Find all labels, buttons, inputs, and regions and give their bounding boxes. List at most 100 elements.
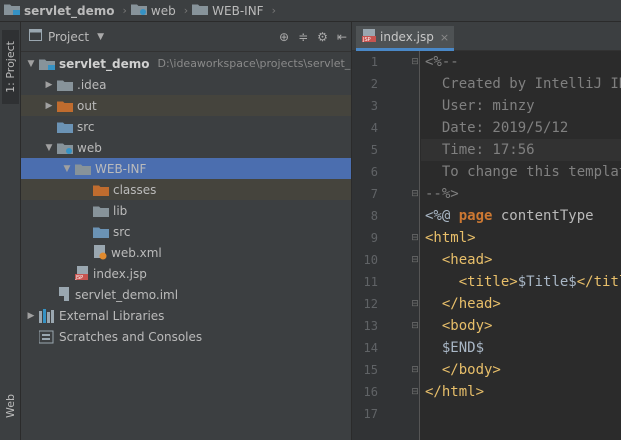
tree-node-label: web — [77, 140, 102, 155]
chevron-down-icon[interactable]: ▼ — [61, 164, 73, 174]
line-number: 15 — [363, 363, 378, 377]
web-tool-tab-label: Web — [4, 394, 17, 418]
code-token: </title> — [576, 274, 621, 290]
globe-icon[interactable]: ⊕ — [279, 30, 289, 44]
source-folder-icon — [57, 121, 73, 133]
code-line[interactable]: <%@ page contentType — [421, 205, 621, 227]
module-path: D:\ideaworkspace\projects\servlet_ — [157, 57, 351, 70]
code-line[interactable]: Time: 17:56 — [421, 139, 621, 161]
gear-icon[interactable]: ⚙ — [317, 30, 328, 44]
breadcrumb-item[interactable]: servlet_demo — [4, 3, 115, 18]
fold-marker-icon[interactable]: ⊟ — [410, 255, 420, 265]
code-token: Time: 17:56 — [425, 142, 535, 158]
web-folder-icon — [57, 142, 73, 154]
tree-node-external-libraries[interactable]: ▶ External Libraries — [21, 305, 351, 326]
editor-area: JSP index.jsp × 1 ⊟ 2 3 4 5 6 7 ⊟ 8 9 ⊟ 10 ⊟ 11 12 ⊟ 13 ⊟ 1… — [352, 22, 621, 440]
source-folder-icon — [93, 226, 109, 238]
svg-text:JSP: JSP — [75, 275, 83, 281]
tree-node-src[interactable]: src — [21, 221, 351, 242]
tree-node-src[interactable]: src — [21, 116, 351, 137]
folder-icon — [192, 3, 209, 18]
jsp-file-icon: JSP — [362, 28, 376, 46]
code-token: $END$ — [425, 340, 485, 356]
folder-icon — [57, 79, 73, 91]
tree-node-web-inf[interactable]: ▼ WEB-INF — [21, 158, 351, 179]
code-line[interactable]: --%> — [421, 183, 621, 205]
libraries-icon — [39, 308, 55, 323]
code-line[interactable]: Created by IntelliJ IDEA. — [421, 73, 621, 95]
tree-node-out[interactable]: ▶ out — [21, 95, 351, 116]
chevron-down-icon[interactable]: ▼ — [25, 59, 37, 69]
project-tool-tab[interactable]: 1: Project — [2, 30, 19, 104]
collapse-icon[interactable]: ≑ — [298, 30, 308, 44]
tree-node-web-xml[interactable]: web.xml — [21, 242, 351, 263]
line-number: 6 — [370, 165, 378, 179]
tree-node-classes[interactable]: classes — [21, 179, 351, 200]
code-token: --%> — [425, 186, 459, 202]
tree-node--idea[interactable]: ▶ .idea — [21, 74, 351, 95]
project-view-icon — [29, 29, 42, 44]
code-line[interactable]: User: minzy — [421, 95, 621, 117]
code-line[interactable]: <body> — [421, 315, 621, 337]
code-line[interactable]: Date: 2019/5/12 — [421, 117, 621, 139]
line-number-gutter: 1 ⊟ 2 3 4 5 6 7 ⊟ 8 9 ⊟ 10 ⊟ 11 12 ⊟ 13 ⊟ 14 15 ⊟ 16 ⊟ 17 — [352, 51, 420, 440]
code-line[interactable]: </head> — [421, 293, 621, 315]
breadcrumb-label: servlet_demo — [24, 3, 115, 18]
chevron-down-icon[interactable]: ▼ — [97, 32, 104, 42]
chevron-down-icon[interactable]: ▼ — [43, 143, 55, 153]
code-token: <head> — [441, 252, 493, 268]
chevron-right-icon[interactable]: ▶ — [43, 101, 55, 111]
editor-tabs: JSP index.jsp × — [352, 22, 621, 51]
code-line[interactable]: </html> — [421, 381, 621, 403]
chevron-right-icon[interactable]: ▶ — [25, 311, 37, 321]
tree-node-label: classes — [113, 182, 157, 197]
code-line[interactable]: $END$ — [421, 337, 621, 359]
code-line[interactable]: </body> — [421, 359, 621, 381]
line-number: 12 — [363, 297, 378, 311]
tab-index-jsp[interactable]: JSP index.jsp × — [356, 26, 454, 51]
project-view-selector[interactable]: Project — [48, 30, 89, 44]
tree-node-label: out — [77, 98, 97, 113]
web-tool-tab[interactable]: Web — [2, 384, 19, 428]
tree-node-index-jsp[interactable]: JSP index.jsp — [21, 263, 351, 284]
fold-marker-icon[interactable]: ⊟ — [410, 233, 420, 243]
tree-node-servlet-demo[interactable]: ▼ servlet_demo D:\ideaworkspace\projects\s… — [21, 53, 351, 74]
xml-file-icon — [93, 245, 107, 260]
fold-marker-icon[interactable]: ⊟ — [410, 365, 420, 375]
line-number: 17 — [363, 407, 378, 421]
fold-marker-icon[interactable]: ⊟ — [410, 189, 420, 199]
hide-icon[interactable]: ⇤ — [337, 30, 347, 44]
code-line[interactable] — [421, 403, 621, 425]
breadcrumb-item[interactable]: WEB-INF — [192, 3, 264, 18]
fold-marker-icon[interactable]: ⊟ — [410, 321, 420, 331]
line-number: 3 — [370, 99, 378, 113]
code-token: <title> — [458, 274, 518, 290]
tree-node-label: src — [113, 224, 131, 239]
fold-marker-icon[interactable]: ⊟ — [410, 57, 420, 67]
code-token: Created by IntelliJ IDEA. — [441, 76, 621, 92]
code-line[interactable]: <title>$Title$</title> — [421, 271, 621, 293]
left-tool-strip: 1: Project Web — [0, 22, 21, 440]
tree-node-lib[interactable]: lib — [21, 200, 351, 221]
code-token: contentType — [500, 208, 594, 224]
breadcrumb-label: WEB-INF — [212, 3, 264, 18]
code-line[interactable]: To change this template use File | Setti… — [421, 161, 621, 183]
code-content[interactable]: <%-- Created by IntelliJ IDEA. User: min… — [421, 51, 621, 440]
tree-node-label: External Libraries — [59, 308, 165, 323]
tree-node-scratches-and-consoles[interactable]: Scratches and Consoles — [21, 326, 351, 347]
code-line[interactable]: <head> — [421, 249, 621, 271]
tree-node-web[interactable]: ▼ web — [21, 137, 351, 158]
breadcrumb-item[interactable]: web — [130, 3, 176, 18]
code-line[interactable]: <%-- — [421, 51, 621, 73]
code-token: <%@ — [425, 208, 459, 224]
code-line[interactable]: <html> — [421, 227, 621, 249]
fold-marker-icon[interactable]: ⊟ — [410, 387, 420, 397]
close-icon[interactable]: × — [440, 31, 449, 44]
fold-marker-icon[interactable]: ⊟ — [410, 299, 420, 309]
tree-node-servlet-demo-iml[interactable]: servlet_demo.iml — [21, 284, 351, 305]
chevron-right-icon[interactable]: ▶ — [43, 80, 55, 90]
